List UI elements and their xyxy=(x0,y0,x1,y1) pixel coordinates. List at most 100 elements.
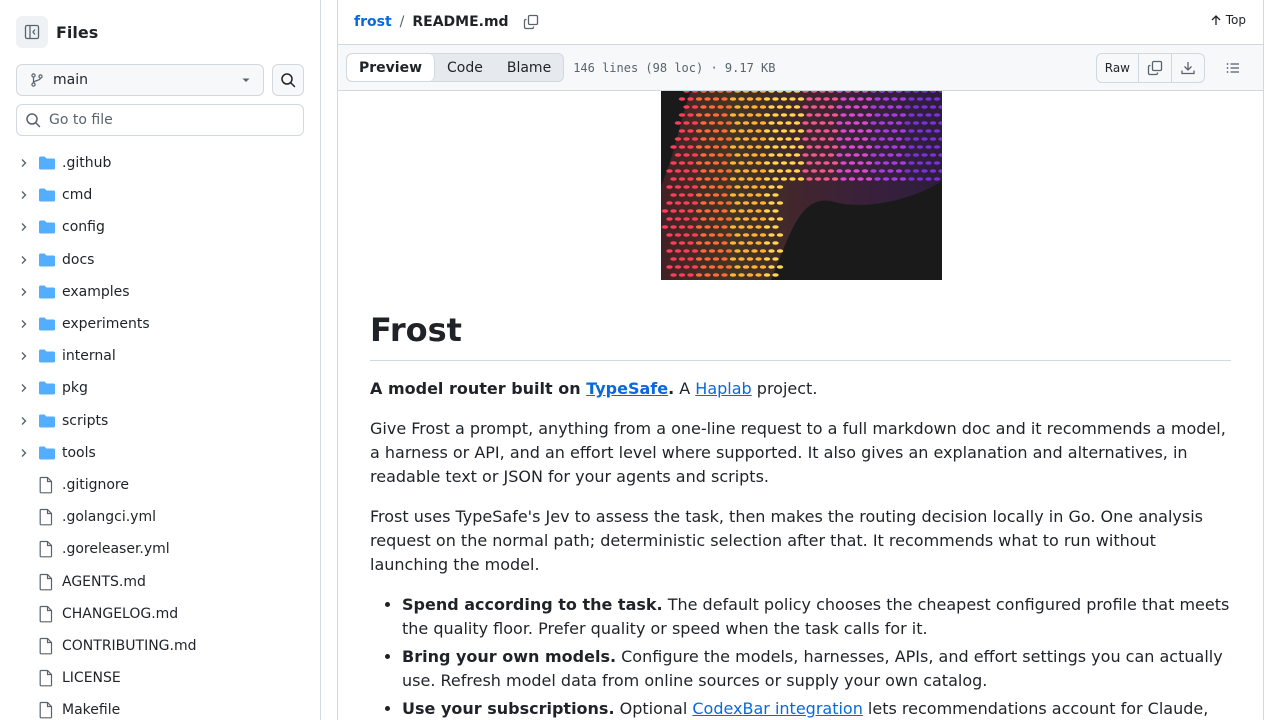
copy-raw-button[interactable] xyxy=(1139,54,1172,82)
hero-dot xyxy=(729,113,737,117)
chevron-right-icon[interactable] xyxy=(16,318,32,330)
file-item[interactable]: LICENSE xyxy=(0,662,320,694)
folder-item[interactable]: internal xyxy=(0,340,320,372)
folder-item[interactable]: config xyxy=(0,211,320,243)
hero-dot xyxy=(729,241,737,245)
chevron-right-icon[interactable] xyxy=(16,254,32,266)
file-item[interactable]: Makefile xyxy=(0,694,320,720)
hero-dot xyxy=(725,249,733,253)
hero-dot xyxy=(840,177,847,181)
download-button[interactable] xyxy=(1172,54,1204,82)
folder-item[interactable]: pkg xyxy=(0,372,320,404)
hero-dot xyxy=(882,177,890,181)
breadcrumb-repo-link[interactable]: frost xyxy=(354,14,392,30)
file-item[interactable]: .gitignore xyxy=(0,469,320,501)
folder-item[interactable]: experiments xyxy=(0,308,320,340)
hero-dot xyxy=(734,185,741,189)
hero-dot xyxy=(848,161,856,165)
hero-dot xyxy=(772,177,779,181)
typesafe-link[interactable]: TypeSafe xyxy=(586,379,668,398)
hero-dot xyxy=(755,161,762,165)
raw-button[interactable]: Raw xyxy=(1097,54,1139,82)
hero-dot xyxy=(789,129,796,133)
hero-dot xyxy=(670,161,677,165)
file-item[interactable]: CHANGELOG.md xyxy=(0,598,320,630)
file-item[interactable]: CONTRIBUTING.md xyxy=(0,630,320,662)
chevron-right-icon[interactable] xyxy=(16,447,32,459)
file-item[interactable]: .goreleaser.yml xyxy=(0,533,320,565)
folder-name: tools xyxy=(62,444,96,461)
hero-dot xyxy=(759,201,767,205)
hero-dot xyxy=(904,105,911,109)
hero-dot xyxy=(912,121,920,125)
hero-dot xyxy=(759,233,767,237)
hero-dot xyxy=(844,153,852,157)
hero-dot xyxy=(891,113,898,117)
hero-dot xyxy=(666,201,673,205)
chevron-right-icon[interactable] xyxy=(16,221,32,233)
hero-dot xyxy=(666,233,673,237)
hero-dot xyxy=(853,121,860,125)
hero-dot xyxy=(865,97,873,101)
file-icon xyxy=(38,637,56,655)
chevron-right-icon[interactable] xyxy=(16,382,32,394)
file-item[interactable]: AGENTS.md xyxy=(0,565,320,597)
hero-dot xyxy=(738,225,745,229)
chevron-right-icon[interactable] xyxy=(16,157,32,169)
hero-dot xyxy=(857,177,864,181)
hero-dot xyxy=(734,153,741,157)
folder-item[interactable]: .github xyxy=(0,147,320,179)
branch-selector[interactable]: main xyxy=(16,64,264,96)
hero-dot xyxy=(887,169,894,173)
hero-dot xyxy=(929,105,937,109)
folder-name: experiments xyxy=(62,316,150,333)
folder-item[interactable]: tools xyxy=(0,437,320,469)
hero-dot xyxy=(806,97,813,101)
back-to-top-button[interactable]: Top xyxy=(1210,13,1246,27)
chevron-right-icon[interactable] xyxy=(16,415,32,427)
hero-dot xyxy=(827,105,835,109)
file-name: LICENSE xyxy=(62,670,121,687)
folder-item[interactable]: cmd xyxy=(0,179,320,211)
hero-dot xyxy=(853,105,860,109)
hero-dot xyxy=(925,177,932,181)
chevron-right-icon[interactable] xyxy=(16,286,32,298)
copy-path-button[interactable] xyxy=(523,14,539,30)
search-files-button[interactable] xyxy=(272,64,304,96)
tab-code[interactable]: Code xyxy=(435,54,495,81)
hero-dot xyxy=(802,121,809,125)
hero-dot xyxy=(865,161,873,165)
hero-dot xyxy=(819,121,826,125)
hero-dot xyxy=(734,121,741,125)
hero-dot xyxy=(721,257,728,261)
hero-dot xyxy=(874,129,881,133)
tab-blame[interactable]: Blame xyxy=(495,54,563,81)
hero-dot xyxy=(806,129,813,133)
outline-button[interactable] xyxy=(1219,54,1247,82)
hero-dot xyxy=(861,137,869,141)
hero-dot xyxy=(683,201,690,205)
file-item[interactable]: .golangci.yml xyxy=(0,501,320,533)
chevron-right-icon[interactable] xyxy=(16,189,32,201)
go-to-file-input[interactable] xyxy=(49,112,289,128)
go-to-file-field[interactable] xyxy=(16,104,304,136)
hero-dot xyxy=(916,177,924,181)
hero-dot xyxy=(704,225,711,229)
hero-dot xyxy=(802,169,809,173)
codexbar-integration-link[interactable]: CodexBar integration xyxy=(692,699,862,718)
folder-item[interactable]: docs xyxy=(0,244,320,276)
hero-dot xyxy=(759,153,767,157)
folder-item[interactable]: examples xyxy=(0,276,320,308)
hero-dot xyxy=(776,201,784,205)
readme-title: Frost xyxy=(370,310,1231,361)
file-name: CONTRIBUTING.md xyxy=(62,637,197,654)
hero-dot xyxy=(857,129,864,133)
hero-dot xyxy=(729,273,737,277)
hero-dot xyxy=(840,129,847,133)
tab-preview[interactable]: Preview xyxy=(347,54,436,81)
haplab-link[interactable]: Haplab xyxy=(695,379,751,398)
hero-dot xyxy=(891,145,898,149)
folder-item[interactable]: scripts xyxy=(0,405,320,437)
collapse-sidebar-button[interactable] xyxy=(16,16,48,48)
chevron-right-icon[interactable] xyxy=(16,350,32,362)
